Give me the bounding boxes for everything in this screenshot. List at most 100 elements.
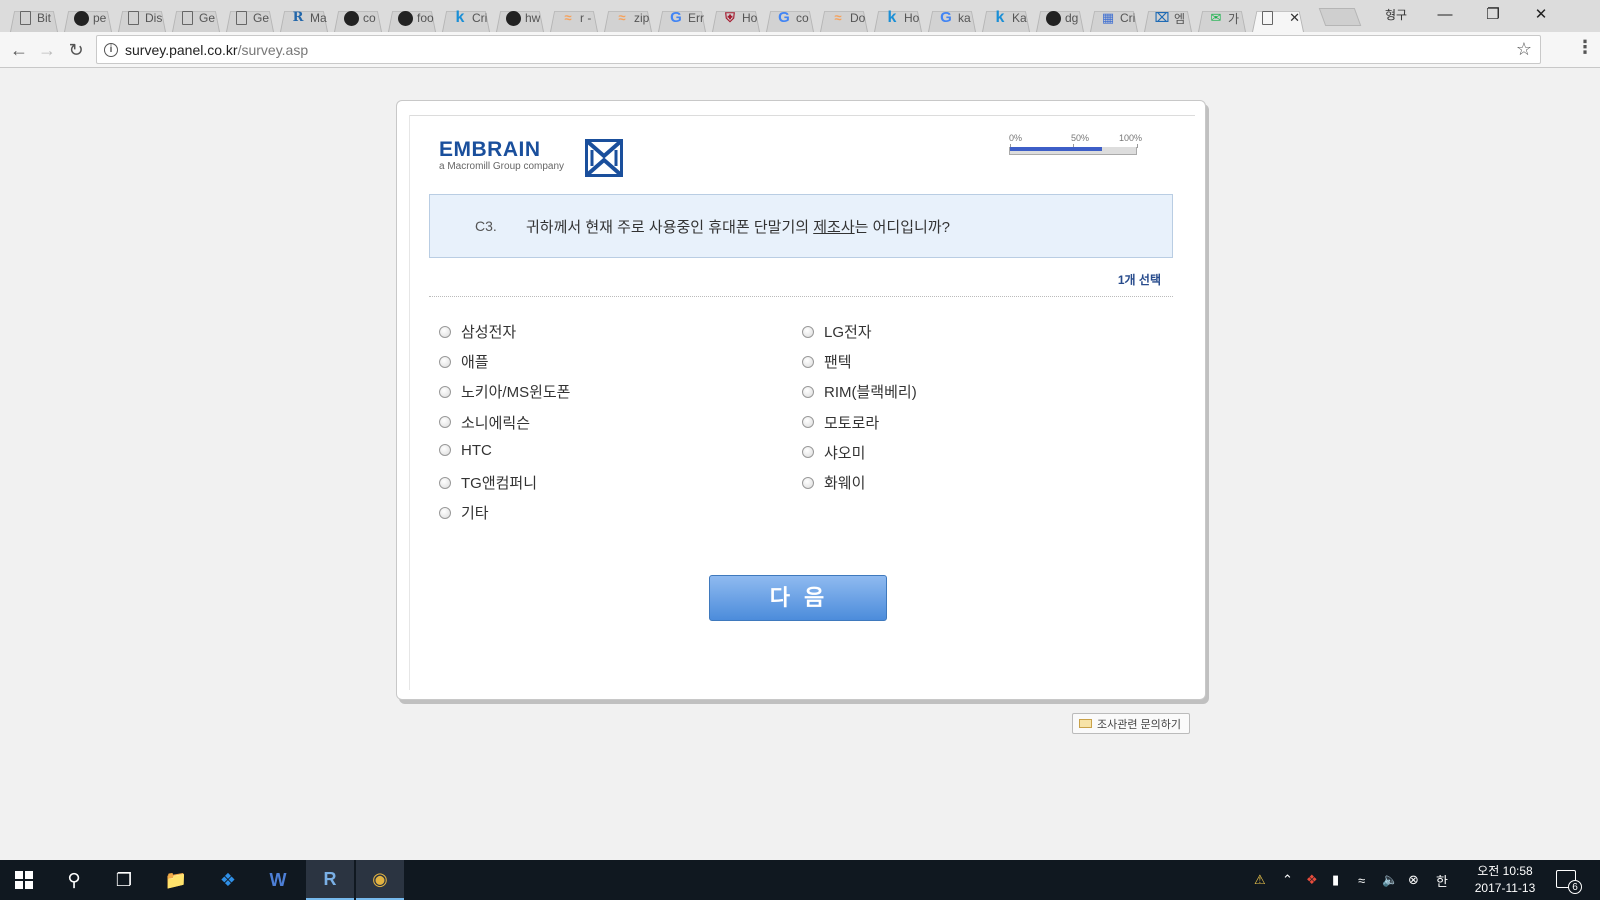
radio-button[interactable]: [802, 416, 814, 429]
r-app-icon[interactable]: R: [306, 860, 354, 900]
chrome-icon[interactable]: ◉: [356, 860, 404, 900]
browser-tab[interactable]: Gka: [924, 4, 980, 32]
address-bar[interactable]: i survey.panel.co.kr/survey.asp ☆: [96, 35, 1541, 64]
browser-tab[interactable]: ≈ zip: [600, 4, 656, 32]
browser-tab[interactable]: R Ma: [276, 4, 332, 32]
back-icon[interactable]: ←: [8, 39, 30, 61]
answer-option[interactable]: 애플: [439, 351, 489, 372]
browser-tab[interactable]: Ge: [222, 4, 278, 32]
browser-tab[interactable]: k Cri: [438, 4, 494, 32]
search-icon[interactable]: ⚲: [50, 860, 98, 900]
profile-button[interactable]: 형구: [1385, 6, 1407, 23]
dropbox-icon[interactable]: ❖: [204, 860, 252, 900]
browser-tab[interactable]: foo: [384, 4, 440, 32]
tab-title: Bit: [37, 11, 52, 25]
answer-option[interactable]: 화웨이: [802, 472, 865, 493]
clock-time: 오전 10:58: [1477, 864, 1533, 878]
radio-button[interactable]: [439, 385, 451, 398]
radio-button[interactable]: [802, 476, 814, 489]
stackoverflow-icon: ≈: [564, 10, 572, 25]
info-icon[interactable]: i: [104, 43, 118, 57]
survey-card: EMBRAIN a Macromill Group company 0% 50% 1…: [396, 100, 1206, 700]
answer-option[interactable]: LG전자: [802, 321, 872, 342]
task-view-icon[interactable]: ❐: [100, 860, 148, 900]
browser-tab[interactable]: ≈ Do: [816, 4, 872, 32]
browser-tab[interactable]: pe: [60, 4, 116, 32]
browser-tab[interactable]: k Ho: [870, 4, 926, 32]
close-window-icon[interactable]: ✕: [1518, 4, 1564, 26]
google-icon: G: [670, 9, 682, 26]
embrain-mark-icon: [585, 139, 623, 177]
radio-button[interactable]: [802, 385, 814, 398]
clock[interactable]: 오전 10:58 2017-11-13: [1470, 863, 1540, 897]
answer-option[interactable]: TG앤컴퍼니: [439, 472, 537, 493]
radio-button[interactable]: [802, 355, 814, 368]
restore-icon[interactable]: ❐: [1470, 4, 1516, 26]
tab-title: Dis: [145, 11, 163, 25]
browser-menu-icon[interactable]: ⋮: [1576, 37, 1594, 58]
radio-button[interactable]: [802, 446, 814, 459]
answer-option[interactable]: RIM(블랙베리): [802, 381, 917, 402]
answer-option[interactable]: 팬텍: [802, 351, 852, 372]
answer-option[interactable]: 삼성전자: [439, 321, 516, 342]
browser-tab[interactable]: Gco: [762, 4, 818, 32]
radio-button[interactable]: [439, 325, 451, 338]
tray-dropbox-icon[interactable]: ❖: [1306, 860, 1318, 900]
ime-indicator[interactable]: 한: [1436, 860, 1448, 900]
browser-tab[interactable]: k Ka: [978, 4, 1034, 32]
browser-tab[interactable]: Bit: [6, 4, 62, 32]
answer-option[interactable]: 소니에릭슨: [439, 412, 530, 433]
new-tab-button[interactable]: [1318, 8, 1362, 26]
radio-button[interactable]: [439, 355, 451, 368]
next-button[interactable]: 다음: [709, 575, 887, 621]
minimize-icon[interactable]: —: [1422, 4, 1468, 26]
start-button[interactable]: [0, 860, 48, 900]
radio-button[interactable]: [439, 506, 451, 519]
tab-title: zip: [634, 11, 650, 25]
answer-option[interactable]: 샤오미: [802, 442, 865, 463]
bookmark-star-icon[interactable]: ☆: [1516, 39, 1532, 60]
browser-tab[interactable]: ✉ 가: [1194, 4, 1250, 32]
answer-option[interactable]: 기타: [439, 502, 489, 523]
browser-tab[interactable]: co: [330, 4, 386, 32]
card-divider: [409, 115, 410, 690]
browser-tab[interactable]: ≈ r -: [546, 4, 602, 32]
battery-icon[interactable]: ▮: [1332, 860, 1339, 900]
survey-inquiry-button[interactable]: 조사관련 문의하기: [1072, 713, 1191, 734]
url-host: survey.panel.co.kr: [125, 42, 238, 58]
answer-option-label: 기타: [461, 505, 489, 523]
volume-muted-icon[interactable]: 🔈: [1382, 860, 1398, 900]
answer-option[interactable]: HTC: [439, 442, 492, 459]
k-icon: k: [995, 9, 1005, 26]
browser-tab[interactable]: Dis: [114, 4, 170, 32]
reload-icon[interactable]: ↻: [65, 39, 87, 61]
answer-option[interactable]: 노키아/MS윈도폰: [439, 381, 570, 402]
browser-tab[interactable]: ✕: [1248, 4, 1308, 32]
tray-chevron-icon[interactable]: ⌃: [1282, 860, 1293, 900]
tab-title: Cri: [472, 11, 488, 25]
answer-option[interactable]: 모토로라: [802, 412, 879, 433]
browser-tab[interactable]: ▦ Cri: [1086, 4, 1142, 32]
browser-tab[interactable]: G Err: [654, 4, 710, 32]
tab-list: Bit pe Dis Ge Ge R Ma co foo k Cri hw ≈ r - ≈ zip G Err ⛨ H…: [6, 4, 1306, 32]
browser-tab[interactable]: Ge: [168, 4, 224, 32]
tab-close-icon[interactable]: ✕: [1289, 10, 1300, 26]
forward-icon[interactable]: →: [36, 39, 58, 61]
radio-button[interactable]: [439, 416, 451, 429]
browser-tab[interactable]: ⛨ Ho: [708, 4, 764, 32]
tab-title: Do: [850, 11, 866, 25]
embrain-icon: ⌧: [1154, 10, 1170, 25]
tray-warning-icon[interactable]: ⚠: [1254, 860, 1266, 900]
word-icon[interactable]: W: [254, 860, 302, 900]
radio-button[interactable]: [439, 444, 451, 457]
progress-tick-label: 100%: [1119, 133, 1143, 143]
browser-tab[interactable]: hw: [492, 4, 548, 32]
radio-button[interactable]: [439, 476, 451, 489]
url-text[interactable]: survey.panel.co.kr/survey.asp: [125, 42, 308, 58]
radio-button[interactable]: [802, 325, 814, 338]
browser-tab[interactable]: ⌧ 엠: [1140, 4, 1196, 32]
tray-cancel-icon[interactable]: ⊗: [1408, 860, 1419, 900]
file-explorer-icon[interactable]: 📁: [152, 860, 200, 900]
browser-tab[interactable]: dg: [1032, 4, 1088, 32]
wifi-icon[interactable]: ≈: [1358, 860, 1365, 900]
